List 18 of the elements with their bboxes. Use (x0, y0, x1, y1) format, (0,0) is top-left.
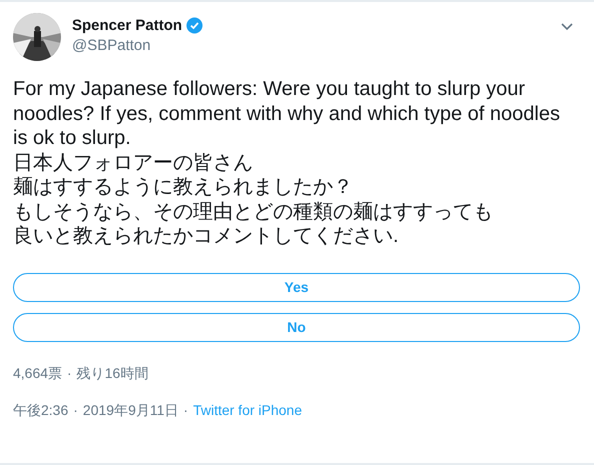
poll-option-button[interactable]: Yes (13, 272, 580, 302)
tweet-text: 麺はすするように教えられましたか？ (13, 175, 354, 200)
tweet-text: For my Japanese followers: Were you taught to slurp your noodles? If yes, comment with why and which type of noodles is ok to slurp. (13, 77, 561, 150)
source-link[interactable]: Twitter for iPhone (193, 402, 302, 420)
author-name[interactable]: Spencer Patton (72, 17, 182, 34)
tweet-date[interactable]: 2019年9月11日 (82, 402, 178, 420)
tweet-text: 良いと教えられたかコメントしてください. (13, 224, 400, 248)
poll-option-button[interactable]: No (13, 312, 580, 342)
chevron-down-icon[interactable] (561, 23, 573, 31)
separator-text: · (73, 402, 78, 420)
separator-text: · (183, 402, 188, 420)
tweet-text: 日本人フォロアーの皆さん (13, 150, 254, 175)
tweet-text: もしそうなら、その理由とどの種類の麺はすすっても (13, 200, 494, 224)
tweet-time[interactable]: 午後2:36 (13, 402, 68, 420)
vote-count: 4,664票 (13, 364, 62, 382)
time-left: 残り16時間 (76, 364, 148, 382)
separator-text: · (67, 364, 72, 382)
author-handle[interactable]: @SBPatton (72, 37, 550, 54)
